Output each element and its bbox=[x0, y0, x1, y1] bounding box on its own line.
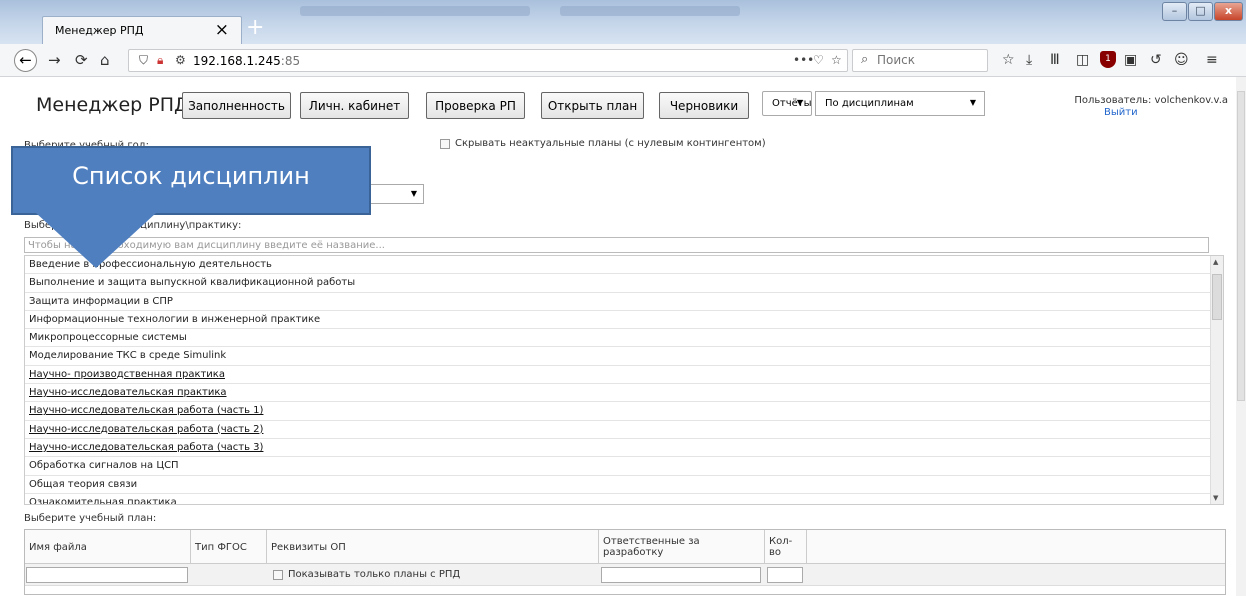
scroll-up-icon[interactable]: ▲ bbox=[1213, 258, 1218, 266]
window-titlebar: Менеджер РПД × + – □ x bbox=[0, 0, 1246, 44]
callout-box: Список дисциплин bbox=[11, 146, 371, 215]
new-tab-button[interactable]: + bbox=[246, 15, 264, 40]
reload-icon[interactable]: ⟳ bbox=[75, 52, 88, 68]
list-item[interactable]: Защита информации в СПР bbox=[25, 293, 1211, 311]
search-icon: ⌕ bbox=[861, 52, 869, 67]
app-title: Менеджер РПД bbox=[36, 94, 189, 116]
only-rpd-option[interactable]: Показывать только планы с РПД bbox=[273, 569, 460, 580]
callout-text: Список дисциплин bbox=[72, 162, 310, 190]
filter-count-input[interactable] bbox=[767, 567, 803, 583]
bookmarks-icon[interactable]: ☆ bbox=[1002, 52, 1015, 68]
col-op-details[interactable]: Реквизиты ОП bbox=[267, 530, 599, 564]
bookmark-star-icon[interactable]: ☆ bbox=[831, 53, 842, 67]
page-scroll-thumb[interactable] bbox=[1237, 91, 1245, 401]
plan-table-header: Имя файла Тип ФГОС Реквизиты ОП Ответств… bbox=[25, 530, 1225, 564]
home-icon[interactable]: ⌂ bbox=[100, 52, 110, 68]
col-fgos-type[interactable]: Тип ФГОС bbox=[191, 530, 267, 564]
chevron-down-icon: ▼ bbox=[410, 189, 417, 198]
col-responsible[interactable]: Ответственные за разработку bbox=[599, 530, 765, 564]
address-bar[interactable]: ⛉ 🔒︎ ⚙ 192.168.1.245:85 ••• ♡ ☆ bbox=[128, 49, 848, 72]
drafts-button[interactable]: Черновики bbox=[659, 92, 749, 119]
logout-link[interactable]: Выйти bbox=[1104, 107, 1138, 118]
sidebar-icon[interactable]: ◫ bbox=[1076, 52, 1089, 68]
report-mode-select[interactable]: По дисциплинам ▼ bbox=[815, 91, 985, 116]
url-text[interactable]: 192.168.1.245:85 bbox=[193, 54, 300, 68]
personal-cabinet-button[interactable]: Личн. кабинет bbox=[300, 92, 409, 119]
ublock-icon[interactable]: 1 bbox=[1100, 51, 1116, 68]
list-item[interactable]: Научно-исследовательская работа (часть 2… bbox=[25, 421, 1211, 439]
list-item[interactable]: Выполнение и защита выпускной квалификац… bbox=[25, 274, 1211, 293]
list-item[interactable]: Обработка сигналов на ЦСП bbox=[25, 457, 1211, 476]
chevron-down-icon: ▼ bbox=[796, 98, 803, 107]
list-item[interactable]: Ознакомительная практика bbox=[25, 494, 1211, 504]
tracking-shield-icon[interactable]: ⛉ bbox=[139, 53, 148, 68]
close-window-button[interactable]: x bbox=[1214, 2, 1243, 21]
minimize-button[interactable]: – bbox=[1162, 2, 1187, 21]
current-user: Пользователь: volchenkov.v.a bbox=[1074, 95, 1228, 106]
navigation-toolbar: ← → ⟳ ⌂ ⛉ 🔒︎ ⚙ 192.168.1.245:85 ••• ♡ ☆ … bbox=[0, 44, 1246, 77]
list-item[interactable]: Микропроцессорные системы bbox=[25, 329, 1211, 348]
list-item[interactable]: Введение в профессиональную деятельность bbox=[25, 256, 1211, 275]
scroll-down-icon[interactable]: ▼ bbox=[1213, 494, 1218, 502]
page-actions-icon[interactable]: ••• bbox=[793, 53, 814, 67]
maximize-button[interactable]: □ bbox=[1188, 2, 1213, 21]
hide-inactive-option[interactable]: Скрывать неактуальные планы (с нулевым к… bbox=[440, 138, 766, 149]
tab-close-icon[interactable]: × bbox=[215, 20, 229, 40]
downloads-icon[interactable]: ⤓ bbox=[1026, 52, 1032, 68]
browser-search-input[interactable] bbox=[877, 53, 977, 67]
history-icon[interactable]: ↺ bbox=[1150, 52, 1162, 68]
browser-tab[interactable]: Менеджер РПД × bbox=[42, 16, 242, 44]
menu-icon[interactable]: ≡ bbox=[1206, 52, 1218, 68]
callout-arrow bbox=[36, 213, 156, 268]
filter-responsible-input[interactable] bbox=[601, 567, 761, 583]
list-item[interactable]: Научно- производственная практика bbox=[25, 366, 1211, 385]
scroll-thumb[interactable] bbox=[1212, 274, 1222, 320]
library-icon[interactable]: Ⅲ bbox=[1050, 52, 1060, 68]
fill-status-button[interactable]: Заполненность bbox=[182, 92, 291, 119]
list-item[interactable]: Общая теория связи bbox=[25, 476, 1211, 494]
reports-dropdown[interactable]: Отчёты ▼ bbox=[762, 91, 812, 116]
forward-icon[interactable]: → bbox=[48, 52, 61, 68]
filter-file-name-input[interactable] bbox=[26, 567, 188, 583]
blurred-tab bbox=[560, 6, 740, 16]
screenshot-icon[interactable]: ▣ bbox=[1124, 52, 1137, 68]
discipline-search-input[interactable] bbox=[24, 237, 1209, 253]
pocket-icon[interactable]: ♡ bbox=[813, 53, 824, 67]
back-icon[interactable]: ← bbox=[14, 49, 37, 72]
col-count[interactable]: Кол-во bbox=[765, 530, 807, 564]
list-scrollbar[interactable]: ▲ ▼ bbox=[1210, 256, 1223, 504]
insecure-lock-icon[interactable]: 🔒︎ bbox=[157, 53, 163, 68]
permissions-icon[interactable]: ⚙ bbox=[175, 53, 186, 67]
account-icon[interactable]: ☺ bbox=[1174, 52, 1189, 68]
chevron-down-icon: ▼ bbox=[969, 98, 976, 107]
search-box[interactable]: ⌕ bbox=[852, 49, 988, 72]
plan-filter-row: Показывать только планы с РПД bbox=[25, 564, 1225, 586]
only-rpd-checkbox[interactable] bbox=[273, 569, 283, 580]
list-item[interactable]: Моделирование ТКС в среде Simulink bbox=[25, 347, 1211, 366]
page-scrollbar[interactable] bbox=[1236, 77, 1246, 596]
blurred-tab bbox=[300, 6, 530, 16]
list-item[interactable]: Информационные технологии в инженерной п… bbox=[25, 311, 1211, 330]
hide-inactive-checkbox[interactable] bbox=[440, 138, 450, 149]
discipline-list[interactable]: Введение в профессиональную деятельность… bbox=[24, 255, 1224, 505]
list-item[interactable]: Научно-исследовательская работа (часть 1… bbox=[25, 402, 1211, 421]
list-item[interactable]: Научно-исследовательская работа (часть 3… bbox=[25, 439, 1211, 458]
tab-title: Менеджер РПД bbox=[55, 24, 144, 37]
open-plan-button[interactable]: Открыть план bbox=[541, 92, 644, 119]
check-rp-button[interactable]: Проверка РП bbox=[426, 92, 525, 119]
plan-table: Имя файла Тип ФГОС Реквизиты ОП Ответств… bbox=[24, 529, 1226, 595]
list-item[interactable]: Научно-исследовательская практика bbox=[25, 384, 1211, 403]
col-file-name[interactable]: Имя файла bbox=[25, 530, 191, 564]
plan-label: Выберите учебный план: bbox=[24, 513, 157, 524]
